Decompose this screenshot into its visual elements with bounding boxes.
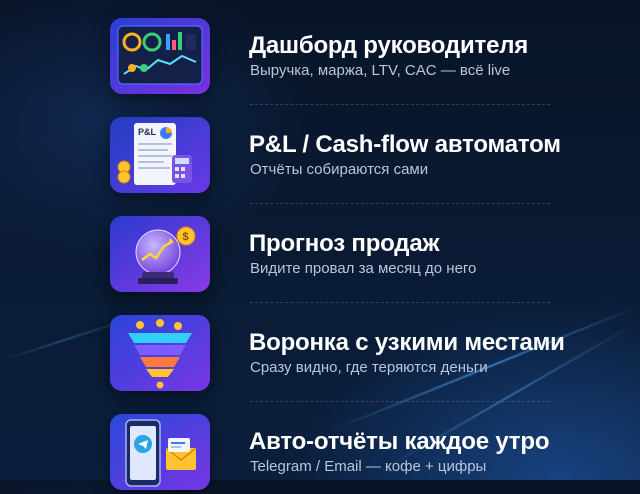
- feature-item: P&L P&L / Cash-flow автоматом Отчёты соб…: [0, 99, 640, 197]
- feature-subtitle: Выручка, маржа, LTV, CAC — всё live: [250, 62, 510, 80]
- feature-title: Прогноз продаж: [249, 230, 439, 258]
- feature-title: Авто-отчёты каждое утро: [249, 428, 549, 456]
- sales-funnel-icon: [110, 315, 210, 391]
- crystal-ball-icon: $: [110, 216, 210, 292]
- pnl-label: P&L: [138, 127, 157, 137]
- feature-item: Авто-отчёты каждое утро Telegram / Email…: [0, 396, 640, 494]
- feature-subtitle: Отчёты собираются сами: [250, 161, 428, 179]
- feature-subtitle: Telegram / Email — кофе + цифры: [250, 458, 486, 476]
- feature-title: Дашборд руководителя: [249, 32, 528, 60]
- pnl-report-icon: P&L: [110, 117, 210, 193]
- feature-subtitle: Сразу видно, где теряются деньги: [250, 359, 488, 377]
- feature-title: P&L / Cash-flow автоматом: [249, 131, 561, 159]
- dashboard-icon: [110, 18, 210, 94]
- telegram-email-icon: [110, 414, 210, 490]
- feature-title: Воронка с узкими местами: [249, 329, 565, 357]
- feature-item: Дашборд руководителя Выручка, маржа, LTV…: [0, 0, 640, 98]
- svg-text:$: $: [183, 231, 189, 243]
- feature-item: $ Прогноз продаж Видите провал за месяц …: [0, 198, 640, 296]
- feature-subtitle: Видите провал за месяц до него: [250, 260, 476, 278]
- feature-item: Воронка с узкими местами Сразу видно, гд…: [0, 297, 640, 395]
